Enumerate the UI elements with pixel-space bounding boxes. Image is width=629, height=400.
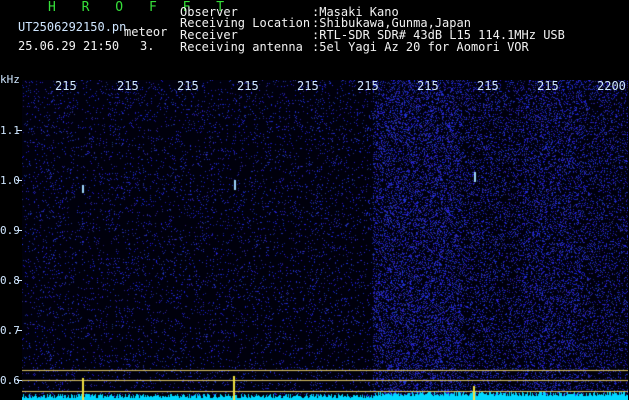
y-axis-unit: kHz bbox=[0, 73, 20, 86]
y-tick-mark bbox=[17, 230, 22, 231]
x-tick-label: 215 bbox=[55, 79, 77, 93]
x-tick-label: 215 bbox=[297, 79, 319, 93]
filename-label: UT2506292150.pn bbox=[18, 20, 127, 34]
y-tick-mark bbox=[17, 330, 22, 331]
spectrogram-plot bbox=[22, 80, 628, 400]
y-tick-mark bbox=[17, 180, 22, 181]
spectrogram-window: H R O F F T UT2506292150.pn meteor 25.06… bbox=[0, 0, 629, 400]
antenna-value: :5el Yagi Az 20 for Aomori VOR bbox=[312, 40, 529, 54]
x-tick-label: 2200 bbox=[597, 79, 626, 93]
antenna-label: Receiving antenna bbox=[180, 40, 303, 54]
datetime-label: 25.06.29 21:50 bbox=[18, 39, 120, 53]
x-tick-label: 215 bbox=[177, 79, 199, 93]
count-label: 3. bbox=[140, 39, 155, 53]
y-tick-mark bbox=[17, 380, 22, 381]
y-tick-mark bbox=[17, 280, 22, 281]
mode-label: meteor bbox=[124, 25, 168, 39]
x-tick-label: 215 bbox=[417, 79, 439, 93]
x-tick-label: 215 bbox=[117, 79, 139, 93]
y-tick-mark bbox=[17, 130, 22, 131]
x-tick-label: 215 bbox=[357, 79, 379, 93]
x-tick-label: 215 bbox=[477, 79, 499, 93]
x-tick-label: 215 bbox=[537, 79, 559, 93]
x-tick-label: 215 bbox=[237, 79, 259, 93]
